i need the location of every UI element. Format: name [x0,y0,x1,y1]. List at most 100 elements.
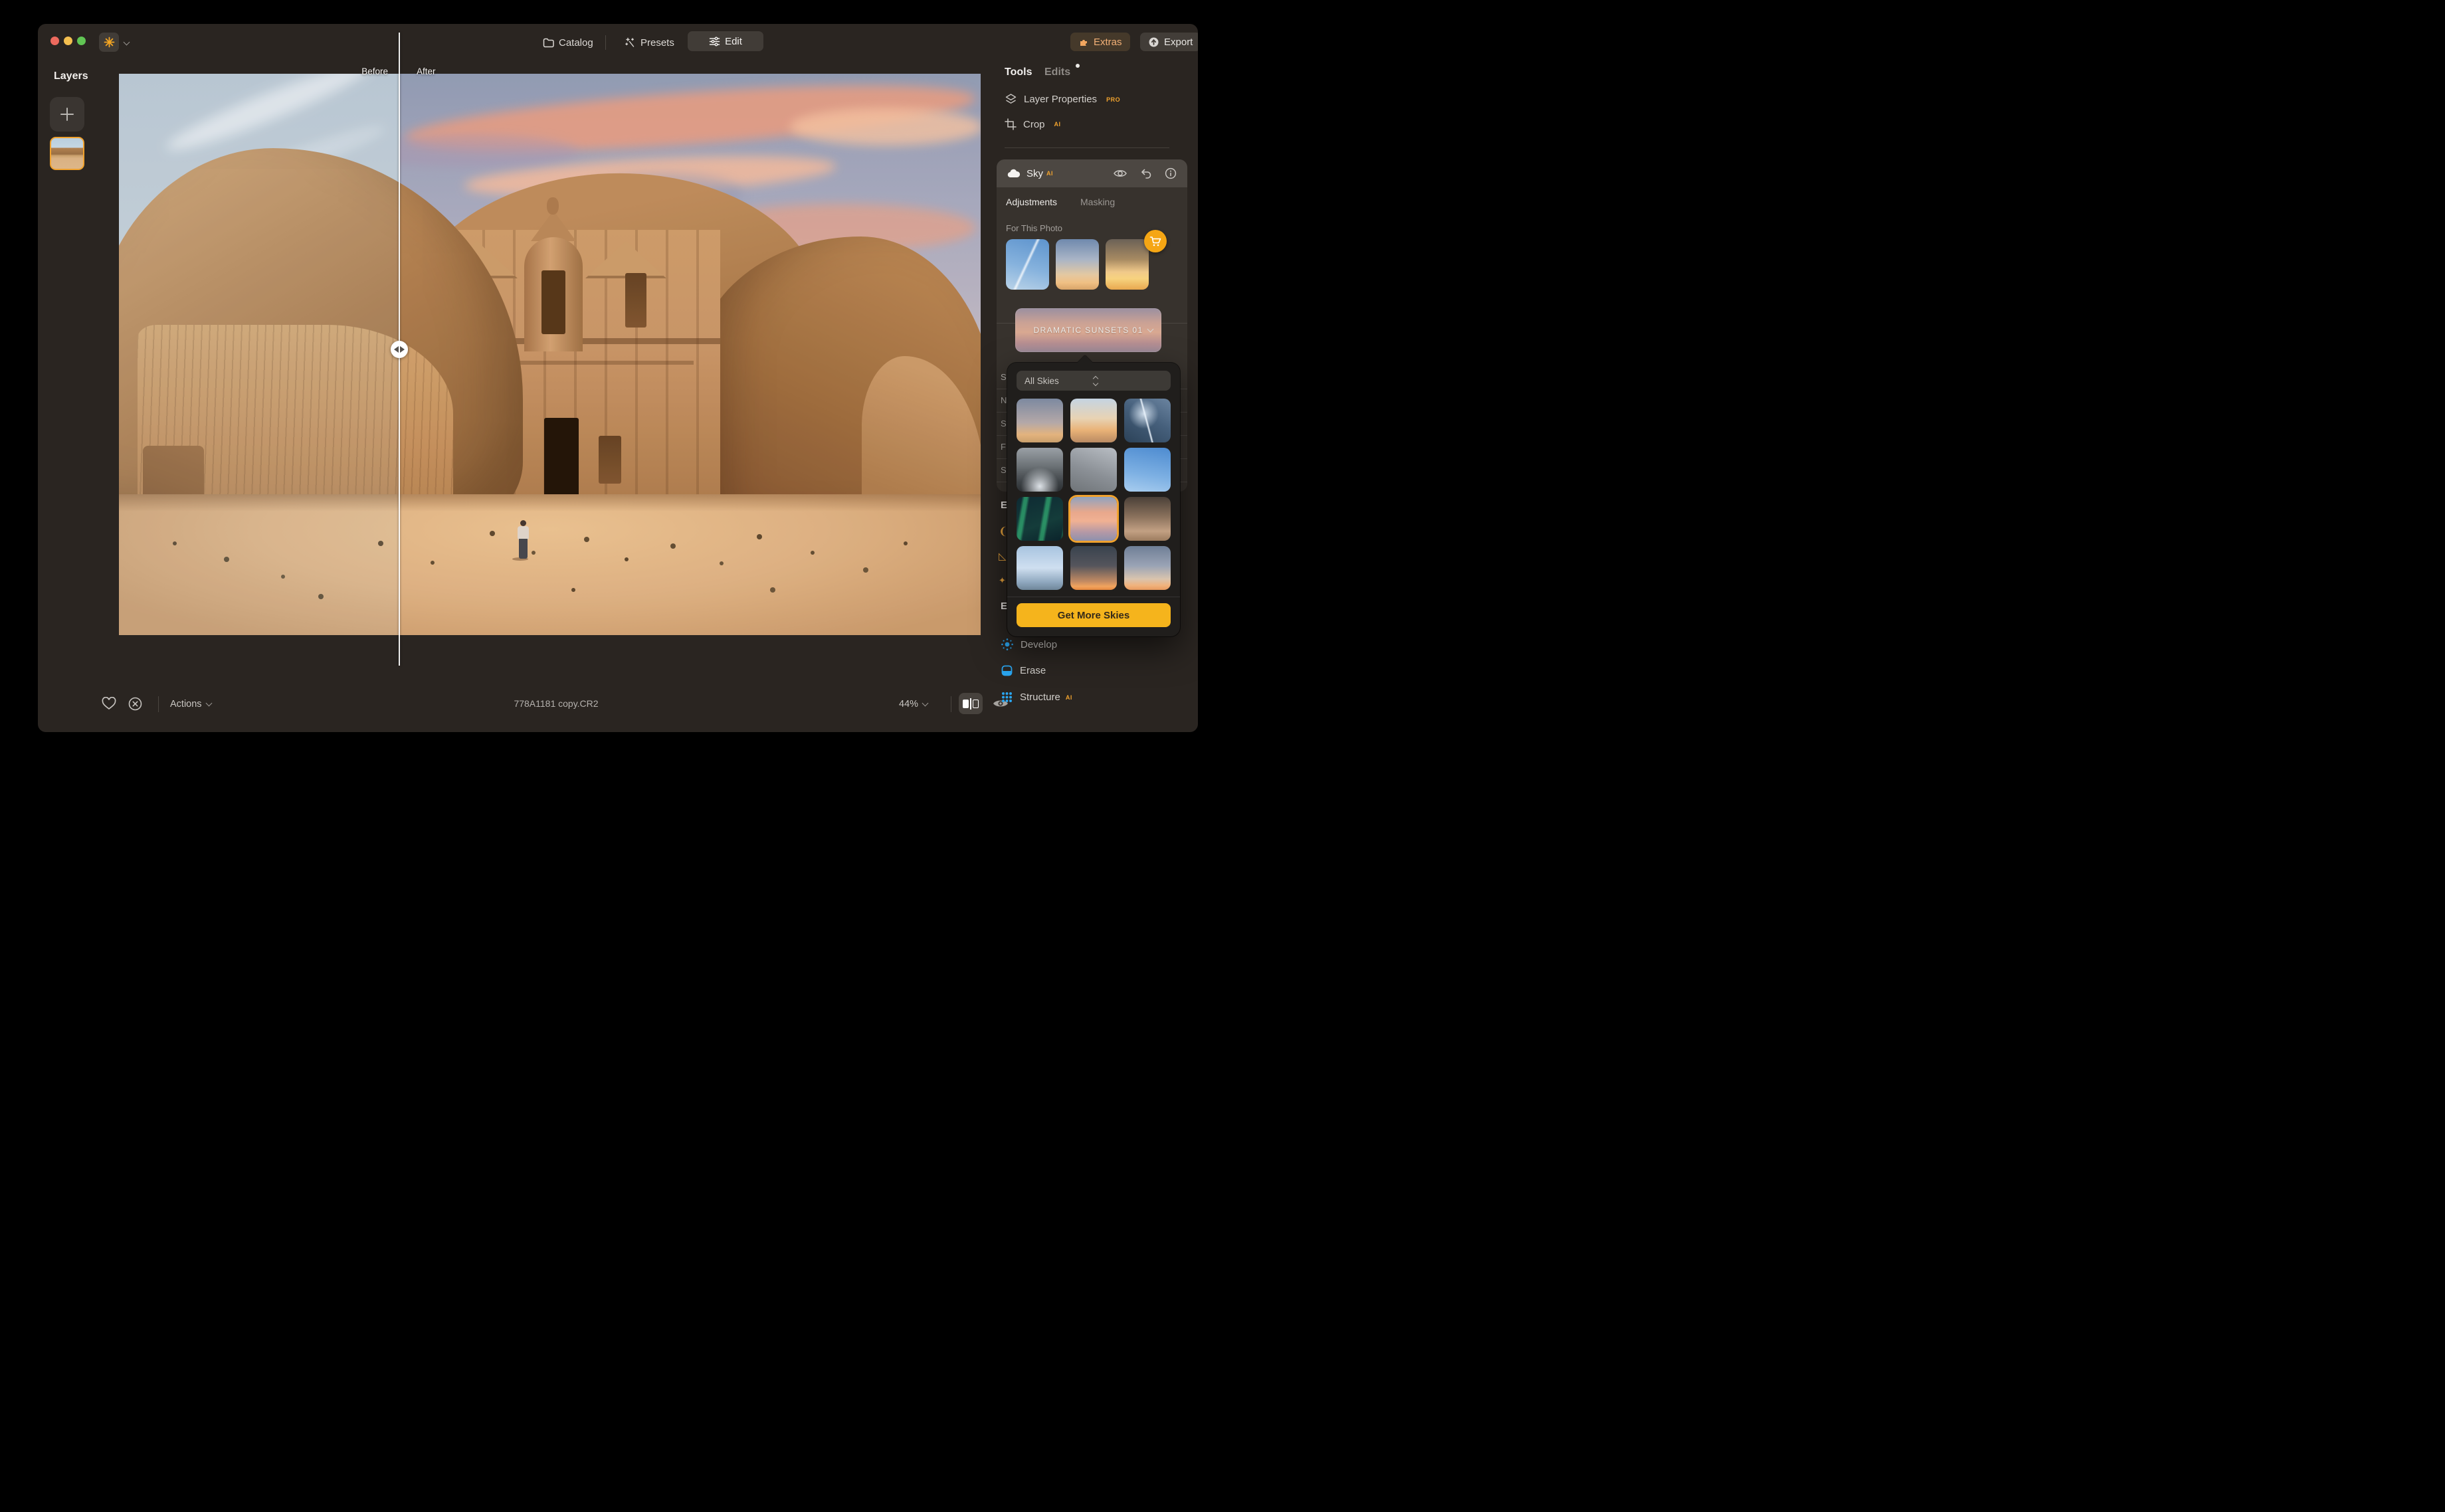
get-more-skies-button[interactable]: Get More Skies [1017,603,1171,627]
photo-sky-blue-sky-contrail[interactable] [1006,239,1049,290]
person-shadow [512,557,528,561]
x-circle-icon [128,697,142,711]
select-updown-icon [1094,377,1163,385]
extras-button[interactable]: Extras [1070,33,1130,51]
sky-option-pink-sunset[interactable] [1070,497,1117,541]
tab-divider [605,35,606,50]
close-window-button[interactable] [50,37,59,45]
sky-tool-header[interactable]: Sky AI [997,159,1187,187]
sky-option-aurora[interactable] [1017,497,1063,541]
tab-presets[interactable]: Presets [620,33,680,52]
tab-catalog-label: Catalog [559,37,593,48]
minimize-window-button[interactable] [64,37,72,45]
tholos [524,237,583,351]
person [519,539,528,559]
sky-option-blue-cirrus[interactable] [1124,448,1171,492]
layers-title: Layers [54,70,88,82]
ai-badge: AI [1054,121,1061,128]
layers-icon [1005,93,1017,106]
folder-icon [543,38,554,48]
undo-icon[interactable] [1140,168,1152,179]
sunset-cloud [704,204,976,252]
tool-erase[interactable]: Erase [1001,664,1046,677]
facade-cornice [421,338,720,344]
tool-label: Develop [1021,639,1057,650]
sunset-cloud [584,173,743,213]
zoom-window-button[interactable] [77,37,86,45]
tool-label: Layer Properties [1024,94,1097,105]
for-this-photo-label: For This Photo [1006,223,1062,233]
tool-structure[interactable]: Structure AI [1001,691,1072,704]
tool-develop[interactable]: Develop [1001,638,1057,651]
sky-option-daylight-clouds[interactable] [1017,546,1063,590]
info-icon[interactable] [1165,167,1177,179]
layer-thumbnail[interactable] [50,137,84,170]
actions-menu[interactable]: Actions [170,697,211,711]
plus-icon [60,107,74,122]
tool-crop[interactable]: Crop AI [1005,118,1061,130]
sky-filter-select[interactable]: All Skies [1017,371,1171,391]
logo-menu-chevron-icon[interactable] [124,39,130,46]
bottom-bar-divider [158,696,159,712]
chevron-down-icon [1147,326,1154,333]
tab-presets-label: Presets [640,37,674,48]
for-this-photo-row [1006,239,1149,290]
left-cliff [399,148,523,540]
ground-shadow [399,494,981,512]
luminar-asterisk-icon [104,37,115,48]
pediment [437,241,518,278]
photo-sky-soft-sunset[interactable] [1056,239,1099,290]
zoom-level-menu[interactable]: 44% [899,697,928,711]
chevron-down-icon [922,700,929,707]
hidden-section-fragment: E [1001,601,1007,612]
app-logo-button[interactable] [99,33,119,52]
tab-tools[interactable]: Tools [1005,66,1032,78]
tab-catalog[interactable]: Catalog [538,33,599,52]
desert-ground [119,494,399,635]
scene-sky [399,74,981,635]
ai-badge: AI [1046,170,1053,177]
tab-adjustments[interactable]: Adjustments [1006,197,1057,207]
favorite-button[interactable] [102,697,116,710]
magic-wand-icon [625,37,636,48]
sky-option-sepia-clouds[interactable] [1124,497,1171,541]
left-cliff [119,148,399,540]
export-label: Export [1164,37,1193,48]
hidden-tool-icon-fragment: ❨ [999,525,1007,538]
compare-split-handle[interactable] [391,341,408,358]
sky-option-dusk-clouds[interactable] [1017,399,1063,442]
tab-edit[interactable]: Edit [688,31,763,51]
photo-sky-golden-sunset[interactable] [1106,239,1149,290]
reject-button[interactable] [128,697,142,711]
sky-filter-value: All Skies [1025,376,1094,386]
zoom-level-value: 44% [899,699,918,709]
add-layer-button[interactable] [50,97,84,132]
sky-tool-title: Sky [1027,168,1043,179]
puzzle-icon [1078,37,1089,47]
sky-pack-name: DRAMATIC SUNSETS 01 [1033,326,1143,335]
export-arrow-icon [1148,37,1159,48]
hidden-tool-icon-fragment: ◺ [999,550,1007,562]
structure-dots-icon [1001,691,1013,704]
sky-pack-selector[interactable]: DRAMATIC SUNSETS 01 [1015,308,1161,352]
sky-option-golden-horizon[interactable] [1070,399,1117,442]
sky-option-lightning[interactable] [1124,399,1171,442]
arrow-left-icon [394,346,399,353]
desert-ground [399,494,981,635]
facade-niche [625,273,646,328]
tab-edits[interactable]: Edits [1044,66,1070,78]
tool-layer-properties[interactable]: Layer Properties PRO [1005,93,1120,106]
extras-label: Extras [1094,37,1122,48]
export-button[interactable]: Export [1140,33,1198,51]
tab-masking[interactable]: Masking [1080,197,1115,207]
sunset-cloud [403,74,977,164]
sky-option-dark-sunset[interactable] [1070,546,1117,590]
sky-option-hazy-sunset[interactable] [1124,546,1171,590]
sky-option-overcast[interactable] [1070,448,1117,492]
hidden-tool-icon-fragment: ✦ [999,575,1007,586]
eraser-icon [1001,664,1013,677]
cart-badge-button[interactable] [1144,230,1167,252]
compare-view-toggle[interactable] [959,693,983,714]
visibility-eye-icon[interactable] [1113,168,1127,179]
sky-option-storm-flash[interactable] [1017,448,1063,492]
